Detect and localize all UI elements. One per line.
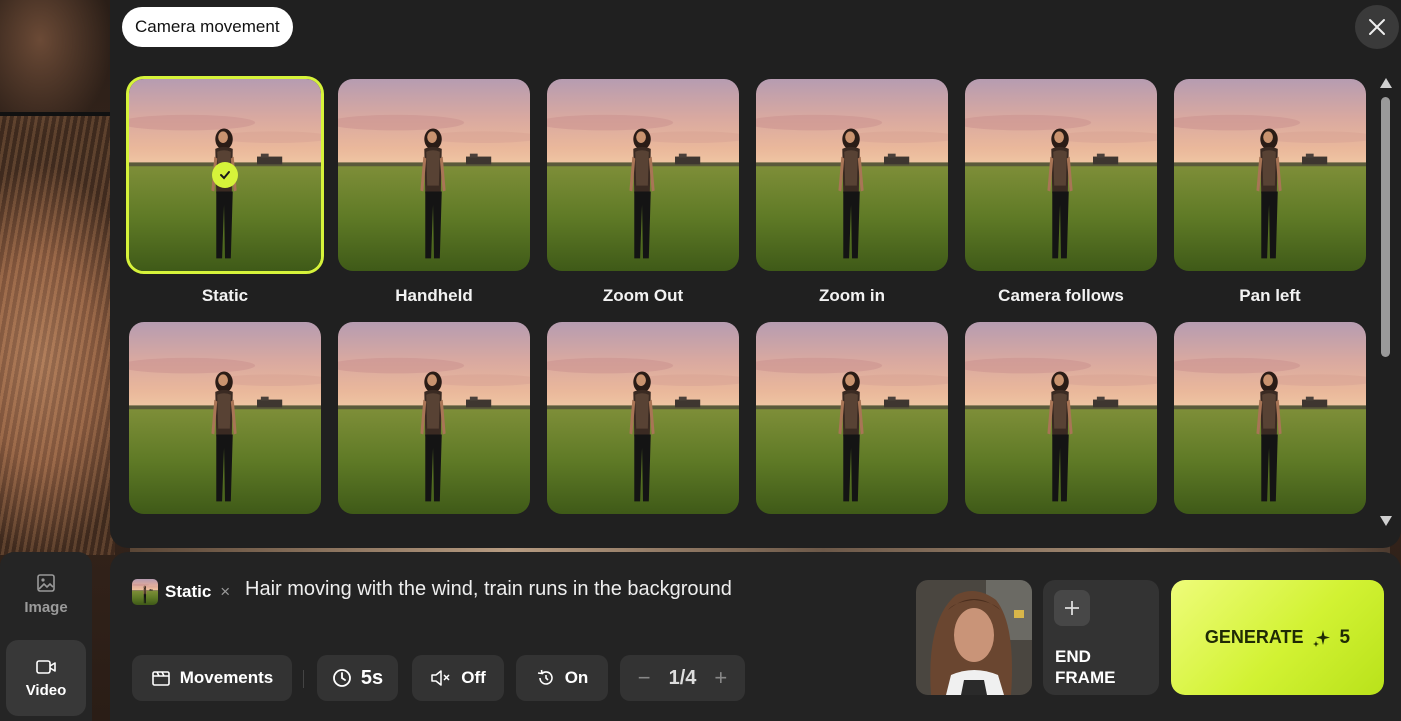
movement-label: Zoom in [818,286,886,305]
movement-thumbnail [753,319,951,517]
end-frame-label-line1: END [1055,647,1091,666]
loop-button[interactable]: On [516,655,608,701]
movement-card[interactable] [126,319,324,529]
movement-thumbnail [335,319,533,517]
movement-label: Pan left [1239,286,1301,305]
sound-button[interactable]: Off [412,655,504,701]
grid-scrollbar[interactable] [1378,75,1394,530]
sound-value: Off [461,668,486,687]
movement-card[interactable] [335,319,533,529]
movement-card-zoom-in[interactable]: Zoom in [753,76,951,306]
duration-value: 5s [360,666,384,689]
video-mode-button[interactable]: Video [6,640,86,716]
scroll-down-icon[interactable] [1379,515,1393,527]
movement-label: Static [201,286,249,305]
end-frame-button[interactable]: END FRAME [1043,580,1159,695]
video-icon [36,659,56,674]
control-divider [303,670,304,688]
movement-tag: Static × [132,578,230,606]
batch-pager: − 1/4 + [620,655,745,701]
decrement-button[interactable]: − [638,665,651,691]
clock-icon [332,669,351,687]
generate-cost: 5 [1339,626,1351,648]
movement-grid: Static Handheld Zoom Out Zoom in Camera … [115,65,1378,543]
movement-thumbnail [126,76,324,274]
movement-label: Zoom Out [602,286,684,305]
movement-thumbnail [1171,76,1369,274]
history-icon [537,669,553,685]
image-icon [37,573,55,592]
movement-card[interactable] [544,319,742,529]
prompt-input[interactable]: Hair moving with the wind, train runs in… [245,578,732,601]
batch-count: 1/4 [668,666,697,689]
camera-movement-modal: Camera movement Static Handheld Zoom Out [110,0,1401,548]
movement-card[interactable] [753,319,951,529]
generate-label: GENERATE [1204,627,1304,647]
end-frame-label: END FRAME [1055,646,1115,688]
tag-thumbnail [132,579,158,605]
sparkle-icon [1312,629,1330,647]
plus-icon [1054,590,1090,626]
loop-value: On [564,668,589,687]
end-frame-label-line2: FRAME [1055,668,1116,687]
movement-card[interactable] [962,319,1160,529]
check-icon [212,162,238,188]
generate-button[interactable]: GENERATE 5 [1171,580,1384,695]
movement-card-camera-follows[interactable]: Camera follows [962,76,1160,306]
movement-thumbnail [962,76,1160,274]
duration-button[interactable]: 5s [317,655,398,701]
movements-label: Movements [179,668,274,687]
increment-button[interactable]: + [714,665,727,691]
image-mode-label: Image [24,598,68,616]
background-hair [0,115,115,555]
movement-card-zoom-out[interactable]: Zoom Out [544,76,742,306]
close-icon [1369,19,1385,35]
movement-thumbnail [962,319,1160,517]
modal-title: Camera movement [122,7,293,47]
movement-label: Camera follows [998,286,1124,305]
start-frame-thumbnail[interactable] [916,580,1032,695]
movement-card[interactable] [1171,319,1369,529]
mode-rail: Image Video [0,552,92,721]
scrollbar-thumb[interactable] [1381,97,1390,357]
tag-remove-icon[interactable]: × [220,582,230,602]
movements-button[interactable]: Movements [132,655,292,701]
video-mode-label: Video [25,681,67,699]
movement-thumbnail [1171,319,1369,517]
movement-thumbnail [544,319,742,517]
background-divider [0,112,115,116]
scroll-up-icon[interactable] [1379,77,1393,89]
movement-card-handheld[interactable]: Handheld [335,76,533,306]
movement-thumbnail [126,319,324,517]
movement-tag-label: Static [165,582,212,601]
prompt-panel: Static × Hair moving with the wind, trai… [110,552,1401,721]
movement-card-pan-left[interactable]: Pan left [1171,76,1369,306]
image-mode-button[interactable]: Image [6,556,86,632]
movement-thumbnail [753,76,951,274]
movement-thumbnail [544,76,742,274]
movement-card-static[interactable]: Static [126,76,324,306]
speaker-muted-icon [431,670,450,686]
movement-thumbnail [335,76,533,274]
movement-label: Handheld [395,286,473,305]
clapperboard-icon [151,671,170,686]
close-button[interactable] [1355,5,1399,49]
